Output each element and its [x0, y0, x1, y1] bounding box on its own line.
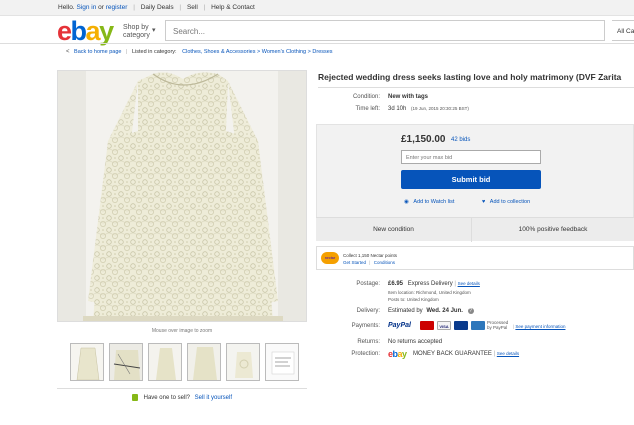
- new-condition-text: New condition: [373, 226, 414, 233]
- add-to-watch-label: Add to Watch list: [413, 199, 455, 205]
- returns-value: No returns accepted: [388, 339, 443, 345]
- maestro-icon: [454, 321, 468, 330]
- zoom-hint: Mouse over image to zoom: [151, 328, 213, 334]
- time-left-detail: (19 Jun, 2015 20:30:25 BST): [411, 106, 469, 111]
- tag-icon: [131, 394, 138, 401]
- category-path-link[interactable]: Clothes, Shoes & Accessories > Women's C…: [182, 49, 332, 55]
- or-text: or: [98, 4, 104, 11]
- thumbnail[interactable]: [148, 343, 182, 381]
- sign-in-link[interactable]: Sign in: [76, 4, 96, 11]
- separator: |: [133, 4, 135, 11]
- listed-in-label: Listed in category:: [131, 49, 177, 55]
- protection-row: MONEY BACK GUARANTEE | See details: [413, 351, 519, 357]
- processed-by-paypal: Processed by PayPal: [487, 320, 509, 330]
- header-divider: [0, 43, 634, 44]
- thumbnail[interactable]: [226, 343, 260, 381]
- current-price: £1,150.00: [401, 134, 446, 145]
- shop-by-category-label: Shop by category: [123, 24, 150, 39]
- postage-see-details-link[interactable]: See details: [458, 281, 480, 286]
- sell-prompt-row: Have one to sell? Sell it yourself: [57, 388, 307, 401]
- shop-by-category-button[interactable]: Shop by category ▾: [123, 24, 163, 40]
- see-payment-information-link[interactable]: See payment information: [515, 324, 565, 329]
- category-select[interactable]: All Ca: [612, 20, 634, 41]
- eye-icon: ◉: [404, 199, 409, 205]
- ebay-small-logo: ebay: [388, 349, 407, 359]
- thumbnail-strip: [70, 343, 300, 381]
- conditions-link[interactable]: Conditions: [374, 260, 395, 265]
- separator: |: [369, 260, 371, 265]
- add-to-collection-link[interactable]: ♥ Add to collection: [482, 199, 530, 205]
- posts-to: Posts to: United Kingdom: [388, 297, 439, 302]
- thumbnail[interactable]: [109, 343, 143, 381]
- add-to-collection-label: Add to collection: [489, 199, 531, 205]
- delivery-label: Delivery:: [356, 308, 380, 314]
- thumbnail[interactable]: [70, 343, 104, 381]
- item-location: Item location: Richmond, United Kingdom: [388, 290, 471, 295]
- heart-icon: ♥: [482, 199, 486, 205]
- protection-label: Protection:: [351, 351, 380, 357]
- time-left-value: 3d 10h: [388, 106, 407, 112]
- mastercard-icon: [420, 321, 434, 330]
- money-back-guarantee: MONEY BACK GUARANTEE: [413, 351, 492, 357]
- search-input[interactable]: Search...: [165, 20, 605, 41]
- amex-icon: [471, 321, 485, 330]
- breadcrumb: < Back to home page | Listed in category…: [66, 49, 333, 55]
- bid-count-link[interactable]: 42 bids: [451, 137, 470, 143]
- postage-method: Express Delivery: [407, 281, 453, 287]
- chevron-down-icon: ▾: [152, 27, 156, 34]
- payments-label: Payments:: [351, 323, 380, 329]
- thumbnail[interactable]: [265, 343, 299, 381]
- ebay-logo[interactable]: ebay: [57, 16, 114, 46]
- thumbnail[interactable]: [187, 343, 221, 381]
- sell-link[interactable]: Sell: [187, 4, 198, 11]
- greeting-text: Hello.: [58, 4, 75, 11]
- help-contact-link[interactable]: Help & Contact: [211, 4, 255, 11]
- postage-value: £6.95: [388, 281, 404, 287]
- separator: |: [203, 4, 206, 11]
- top-bar: Hello. Sign in or register | Daily Deals…: [0, 0, 634, 16]
- main-product-image[interactable]: [57, 70, 307, 322]
- protection-see-details-link[interactable]: See details: [497, 351, 519, 356]
- paypal-logo: PayPal: [388, 322, 411, 329]
- condition-value: New with tags: [388, 94, 429, 100]
- nectar-links: Get Started | Conditions: [343, 260, 395, 265]
- see-payment-row: | See payment information: [513, 324, 565, 329]
- lace-dress-image: [58, 71, 306, 321]
- sell-it-yourself-link[interactable]: Sell it yourself: [195, 395, 232, 401]
- sell-prompt-text: Have one to sell?: [143, 395, 190, 402]
- listing-title: Rejected wedding dress seeks lasting lov…: [318, 72, 622, 82]
- nectar-points-box: nectar Collect 1,150 Nectar points Get S…: [316, 246, 634, 270]
- back-arrow-icon: <: [66, 49, 70, 55]
- postage-row: £6.95 Express Delivery | See details: [388, 281, 480, 287]
- delivery-date: Wed. 24 Jun.: [426, 308, 463, 314]
- condition-feedback-strip: New condition 100% positive feedback: [316, 217, 634, 242]
- info-icon[interactable]: ?: [467, 308, 474, 314]
- postage-label: Postage:: [356, 281, 380, 287]
- back-to-home-link[interactable]: Back to home page: [74, 49, 121, 55]
- nectar-logo: nectar: [321, 252, 339, 264]
- time-left-label: Time left:: [355, 106, 380, 112]
- delivery-row: Estimated by Wed. 24 Jun. ?: [388, 308, 474, 314]
- condition-label: Condition:: [352, 94, 380, 100]
- register-link[interactable]: register: [106, 4, 128, 11]
- max-bid-input[interactable]: Enter your max bid: [401, 150, 541, 164]
- title-divider: [318, 87, 634, 88]
- separator: |: [179, 4, 182, 11]
- delivery-prefix: Estimated by: [388, 308, 423, 314]
- time-left-row: 3d 10h (19 Jun, 2015 20:30:25 BST): [388, 106, 469, 112]
- add-to-watch-list-link[interactable]: ◉ Add to Watch list: [404, 199, 454, 205]
- get-started-link[interactable]: Get Started: [343, 260, 366, 265]
- visa-icon: VISA: [437, 321, 451, 330]
- positive-feedback-text: 100% positive feedback: [518, 226, 588, 233]
- submit-bid-button[interactable]: Submit bid: [401, 170, 541, 189]
- separator: |: [125, 49, 128, 55]
- returns-label: Returns:: [357, 339, 380, 345]
- nectar-points-text: Collect 1,150 Nectar points: [343, 253, 398, 258]
- daily-deals-link[interactable]: Daily Deals: [141, 4, 174, 11]
